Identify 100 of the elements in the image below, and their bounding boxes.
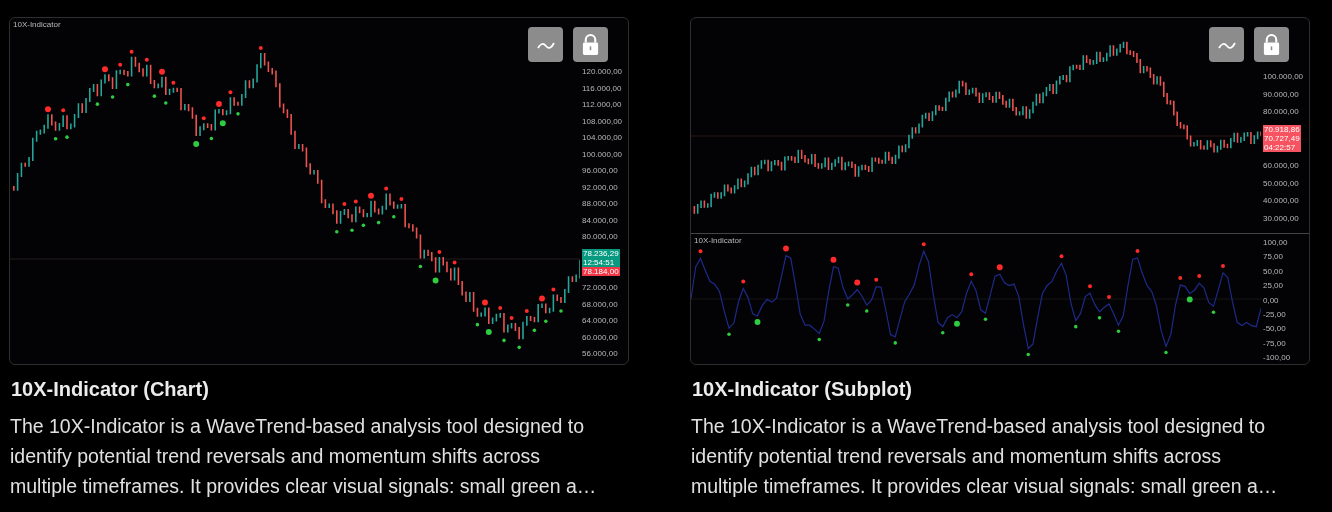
card-title: 10X-Indicator (Subplot) — [692, 377, 913, 402]
buy-signal-dot — [845, 303, 850, 307]
sell-signal-dot — [741, 279, 746, 284]
sell-signal-dot — [368, 192, 374, 199]
axis-label: 112.000,00 — [582, 100, 622, 109]
sell-signal-dot — [342, 201, 347, 206]
card-description: The 10X-Indicator is a WaveTrend-based analysis tool designed to identify potential trend reversals and momentum shifts across multiple timeframes. It provides clear visual signals: small green a… — [691, 414, 1279, 499]
axis-label: -25,00 — [1263, 309, 1286, 319]
buy-signal-dot — [53, 136, 58, 141]
sell-signal-dot — [61, 108, 66, 113]
axis-label: -50,00 — [1263, 324, 1286, 334]
sell-signal-dot — [216, 100, 222, 107]
buy-signal-dot — [559, 309, 563, 313]
sell-signal-dot — [171, 80, 176, 85]
sell-signal-dot — [1059, 254, 1064, 259]
buy-signal-dot — [532, 328, 537, 333]
axis-label: 64.000,00 — [582, 316, 618, 325]
line-chart-button[interactable] — [1209, 27, 1244, 62]
sell-signal-dot — [399, 197, 404, 202]
sell-signal-dot — [783, 245, 789, 252]
buy-signal-dot — [432, 277, 439, 284]
axis-label: 0,00 — [1263, 295, 1279, 305]
axis-label: 84.000,00 — [582, 215, 618, 225]
buy-signal-dot — [1073, 324, 1078, 329]
buy-signal-dot — [65, 135, 69, 139]
price-badge: 12:54:51 — [582, 257, 620, 267]
buy-signal-dot — [1164, 350, 1168, 355]
axis-label: 80.000,00 — [1263, 107, 1299, 117]
sell-signal-dot — [1107, 294, 1111, 299]
sell-signal-dot — [1221, 263, 1225, 268]
price-badge: 70.918,86 — [1263, 125, 1301, 135]
indicator-label: 10X-Indicator — [694, 236, 742, 245]
buy-signal-dot — [193, 141, 200, 147]
sell-signal-dot — [1088, 284, 1092, 289]
price-badge: 78.236,29 — [582, 248, 620, 258]
axis-label: 100,00 — [1263, 238, 1288, 247]
buy-signal-dot — [485, 328, 492, 335]
sell-signal-dot — [1178, 276, 1183, 281]
buy-signal-dot — [983, 317, 988, 321]
buy-signal-dot — [544, 319, 548, 324]
lock-button[interactable] — [1254, 27, 1289, 62]
price-badge: 70.727,49 — [1263, 134, 1301, 144]
sell-signal-dot — [129, 49, 134, 54]
price-badge: 78.184,00 — [582, 266, 620, 276]
buy-signal-dot — [350, 228, 354, 233]
axis-label: 50.000,00 — [1263, 178, 1299, 188]
sell-signal-dot — [498, 306, 503, 310]
axis-label: 50,00 — [1263, 266, 1284, 276]
buy-signal-dot — [817, 337, 822, 342]
sell-signal-dot — [539, 295, 545, 302]
axis-label: 104.000,00 — [582, 133, 623, 142]
lock-button[interactable] — [573, 27, 608, 62]
buy-signal-dot — [209, 136, 214, 141]
line-chart-button[interactable] — [528, 27, 563, 62]
sell-signal-dot — [228, 90, 233, 95]
sell-signal-dot — [509, 315, 514, 320]
buy-signal-dot — [865, 309, 869, 313]
card-title: 10X-Indicator (Chart) — [11, 377, 210, 402]
sell-signal-dot — [353, 199, 358, 204]
axis-label: -100,00 — [1263, 353, 1291, 362]
card-description: The 10X-Indicator is a WaveTrend-based analysis tool designed to identify potential trend reversals and momentum shifts across multiple timeframes. It provides clear visual signals: small green a… — [10, 414, 598, 499]
axis-label: 88.000,00 — [582, 199, 618, 208]
buy-signal-dot — [1211, 310, 1216, 315]
buy-signal-dot — [361, 223, 366, 228]
buy-signal-dot — [110, 95, 115, 99]
sell-signal-dot — [874, 277, 879, 282]
indicator-label: 10X-Indicator — [13, 20, 61, 29]
buy-signal-dot — [1026, 352, 1030, 357]
axis-label: 68.000,00 — [582, 299, 618, 309]
axis-label: 72.000,00 — [582, 283, 618, 292]
sell-signal-dot — [144, 57, 149, 62]
sell-signal-dot — [102, 66, 108, 73]
buy-signal-dot — [1186, 296, 1193, 303]
sell-signal-dot — [996, 264, 1003, 271]
sell-signal-dot — [201, 116, 206, 121]
sell-signal-dot — [384, 186, 389, 191]
buy-signal-dot — [164, 101, 168, 105]
sell-signal-dot — [1135, 248, 1140, 253]
axis-label: 75,00 — [1263, 252, 1284, 262]
axis-label: 60.000,00 — [582, 332, 618, 342]
buy-signal-dot — [1097, 316, 1102, 320]
axis-label: 92.000,00 — [582, 182, 618, 192]
axis-label: 116.000,00 — [582, 83, 622, 93]
axis-label: -75,00 — [1263, 338, 1286, 348]
buy-signal-dot — [475, 322, 480, 327]
sell-signal-dot — [921, 242, 926, 247]
sell-signal-dot — [551, 287, 556, 292]
lock-icon — [1262, 33, 1281, 56]
axis-label: 30.000,00 — [1263, 213, 1299, 223]
buy-signal-dot — [754, 319, 761, 325]
buy-signal-dot — [418, 264, 423, 269]
sell-signal-dot — [482, 299, 488, 306]
price-badge: 04:22:57 — [1263, 143, 1301, 153]
sell-signal-dot — [854, 279, 861, 286]
axis-label: 56.000,00 — [582, 349, 618, 358]
buy-signal-dot — [335, 229, 339, 234]
buy-signal-dot — [502, 338, 506, 343]
axis-label: 60.000,00 — [1263, 160, 1299, 170]
axis-label: 100.000,00 — [582, 149, 623, 159]
axis-label: 90.000,00 — [1263, 89, 1299, 99]
